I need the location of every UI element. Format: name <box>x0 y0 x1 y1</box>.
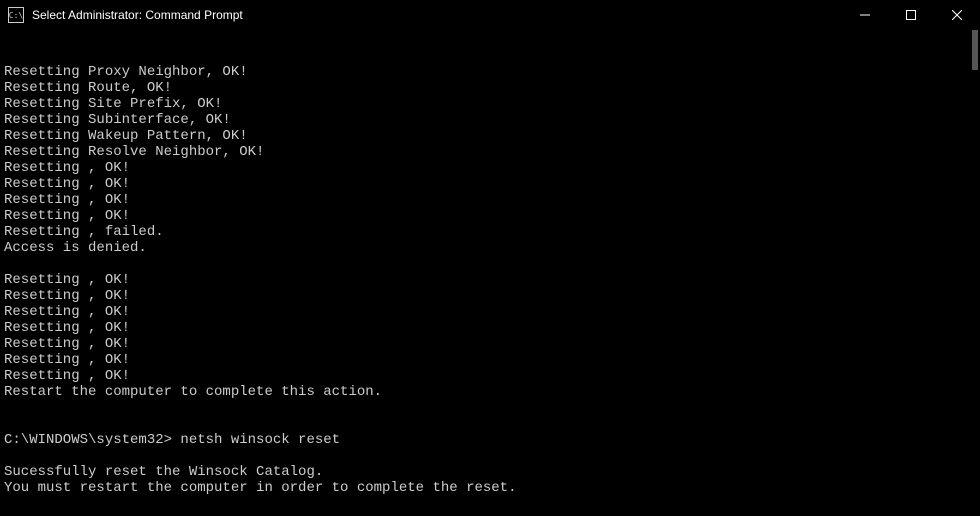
maximize-button[interactable] <box>888 0 934 30</box>
terminal-line: Resetting , OK! <box>4 368 976 384</box>
app-icon: C:\ <box>8 7 24 23</box>
terminal-lines: Resetting Proxy Neighbor, OK!Resetting R… <box>4 64 976 516</box>
terminal-line: Resetting Route, OK! <box>4 80 976 96</box>
terminal-line: Resetting , OK! <box>4 272 976 288</box>
terminal-line <box>4 512 976 516</box>
terminal-line: Resetting , OK! <box>4 288 976 304</box>
terminal-line: Resetting Resolve Neighbor, OK! <box>4 144 976 160</box>
terminal-output[interactable]: Resetting Proxy Neighbor, OK!Resetting R… <box>0 30 980 516</box>
terminal-line <box>4 416 976 432</box>
scrollbar-thumb[interactable] <box>972 30 978 70</box>
app-icon-text: C:\ <box>9 11 23 20</box>
terminal-line: Resetting , OK! <box>4 304 976 320</box>
minimize-button[interactable] <box>842 0 888 30</box>
window-controls <box>842 0 980 30</box>
maximize-icon <box>906 10 916 20</box>
terminal-line: Resetting , OK! <box>4 336 976 352</box>
terminal-line: C:\WINDOWS\system32> netsh winsock reset <box>4 432 976 448</box>
terminal-line: Resetting , OK! <box>4 320 976 336</box>
terminal-line: Resetting , failed. <box>4 224 976 240</box>
terminal-line: You must restart the computer in order t… <box>4 480 976 496</box>
close-icon <box>952 10 962 20</box>
minimize-icon <box>860 10 870 20</box>
terminal-line: Resetting Proxy Neighbor, OK! <box>4 64 976 80</box>
terminal-line: Restart the computer to complete this ac… <box>4 384 976 400</box>
terminal-line: Resetting , OK! <box>4 160 976 176</box>
terminal-line: Resetting Wakeup Pattern, OK! <box>4 128 976 144</box>
terminal-line: Sucessfully reset the Winsock Catalog. <box>4 464 976 480</box>
terminal-line <box>4 256 976 272</box>
close-button[interactable] <box>934 0 980 30</box>
terminal-line: Resetting Subinterface, OK! <box>4 112 976 128</box>
terminal-line <box>4 496 976 512</box>
titlebar[interactable]: C:\ Select Administrator: Command Prompt <box>0 0 980 30</box>
terminal-line <box>4 400 976 416</box>
terminal-line: Resetting , OK! <box>4 352 976 368</box>
terminal-line: Access is denied. <box>4 240 976 256</box>
terminal-line: Resetting , OK! <box>4 192 976 208</box>
terminal-line: Resetting , OK! <box>4 208 976 224</box>
terminal-line: Resetting Site Prefix, OK! <box>4 96 976 112</box>
terminal-line <box>4 448 976 464</box>
window-title: Select Administrator: Command Prompt <box>32 8 842 22</box>
command-prompt-window: C:\ Select Administrator: Command Prompt <box>0 0 980 516</box>
terminal-line: Resetting , OK! <box>4 176 976 192</box>
